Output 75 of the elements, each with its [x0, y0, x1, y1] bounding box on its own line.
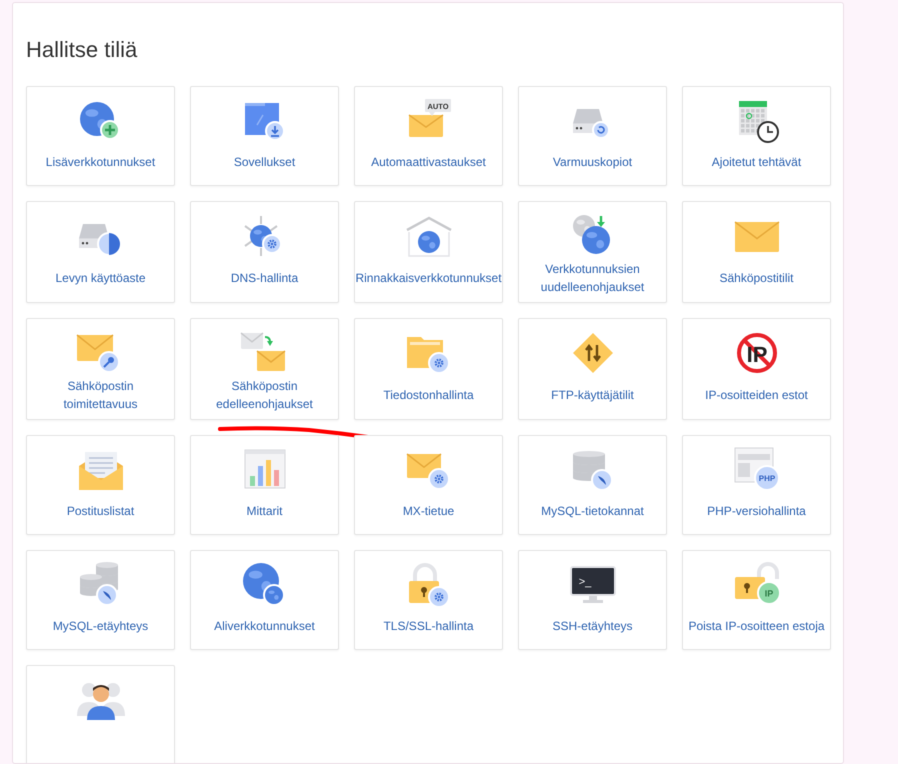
house-globe-icon [406, 216, 452, 257]
tile-label: TLS/SSL-hallinta [383, 618, 474, 635]
tile-label: Verkkotunnuksien uudelleenohjaukset [540, 261, 646, 296]
tile-label: MX-tietue [402, 503, 454, 520]
envelope-bubble-icon [408, 99, 450, 137]
page-title: Hallitse tiliä [26, 36, 138, 64]
people-icon [76, 683, 124, 720]
globe-plus-icon [80, 102, 120, 140]
tool-tile[interactable]: Tiedostonhallinta [354, 318, 503, 420]
folder-gear-icon [406, 337, 450, 374]
globe-arrow-icon [572, 215, 610, 254]
open-envelope-letter-icon [78, 452, 122, 490]
tool-tile[interactable]: IP Poista IP-osoitteen estoja [682, 550, 831, 650]
tile-label: Tiedostonhallinta [383, 387, 474, 404]
php-window-icon [734, 448, 780, 491]
tile-label: Lisäverkkotunnukset [46, 154, 156, 171]
tile-label: MySQL-etäyhteys [52, 618, 148, 635]
globe-rays-gear-icon [244, 215, 282, 257]
chart-window-icon [244, 450, 285, 488]
icon-text: >_ [578, 576, 591, 588]
tool-tile[interactable]: Sovellukset [190, 86, 339, 186]
tile-label: Poista IP-osoitteen estoja [688, 618, 825, 635]
arrows-diamond-icon [572, 333, 612, 373]
icon-text: PHP [758, 474, 775, 483]
tool-tile[interactable]: PHP PHP-versiohallinta [682, 435, 831, 535]
tile-label: MySQL-tietokannat [541, 503, 644, 520]
tile-label: Mittarit [246, 503, 282, 520]
tool-tile[interactable]: Sähköpostin toimitettavuus [26, 318, 175, 420]
tile-label: Sovellukset [234, 154, 296, 171]
tool-tile[interactable]: Varmuuskopiot [518, 86, 667, 186]
tool-tile[interactable]: Aliverkkotunnukset [190, 550, 339, 650]
server-restore-icon [572, 109, 610, 139]
tile-label: Sähköpostitilit [719, 270, 794, 287]
tool-tile[interactable]: >_ SSH-etäyhteys [518, 550, 667, 650]
tool-tile[interactable]: TLS/SSL-hallinta [354, 550, 503, 650]
tile-label: SSH-etäyhteys [552, 618, 633, 635]
tool-tile[interactable]: DNS-hallinta [190, 201, 339, 303]
tile-label: Sähköpostin toimitettavuus [62, 378, 139, 413]
open-padlock-badge-icon [734, 562, 780, 605]
tile-label: Aliverkkotunnukset [214, 618, 315, 635]
globe-pair-icon [242, 563, 284, 606]
envelopes-arrow-icon [240, 332, 285, 371]
tile-label: Ajoitetut tehtävät [712, 154, 802, 171]
calendar-clock-icon [738, 101, 778, 143]
tile-label: Varmuuskopiot [552, 154, 632, 171]
tool-tile[interactable]: Sähköpostitilit [682, 201, 831, 303]
tool-tile[interactable]: Verkkotunnuksien uudelleenohjaukset [518, 201, 667, 303]
tool-tile[interactable]: Ajoitetut tehtävät [682, 86, 831, 186]
envelope-gear-icon [406, 453, 450, 490]
tile-label: Postituslistat [66, 503, 134, 520]
tool-tile[interactable]: Levyn käyttöaste [26, 201, 175, 303]
tile-label: Rinnakkaisverkkotunnukset [355, 270, 502, 287]
tool-tile[interactable]: MySQL-etäyhteys [26, 550, 175, 650]
tile-label: PHP-versiohallinta [707, 503, 806, 520]
tile-label: FTP-käyttäjätilit [551, 387, 634, 404]
tool-tile[interactable]: MySQL-tietokannat [518, 435, 667, 535]
tool-tile[interactable]: Mittarit [190, 435, 339, 535]
disk-pie-icon [78, 224, 120, 256]
tile-label: DNS-hallinta [230, 270, 298, 287]
tile-label: Sähköpostin edelleenohjaukset [215, 378, 314, 413]
tool-tile[interactable]: Rinnakkaisverkkotunnukset [354, 201, 503, 303]
tool-tile[interactable]: MX-tietue [354, 435, 503, 535]
tile-label: Automaattivastaukset [371, 154, 486, 171]
tile-label: Levyn käyttöaste [55, 270, 146, 287]
envelope-key-icon [76, 334, 120, 373]
tool-tile[interactable]: FTP-käyttäjätilit [518, 318, 667, 420]
terminal-monitor-icon [570, 566, 616, 603]
tool-tile[interactable]: Lisäverkkotunnukset [26, 86, 175, 186]
tile-label: IP-osoitteiden estot [705, 387, 808, 404]
envelope-icon [734, 221, 779, 252]
icon-text: IP [764, 588, 773, 598]
tool-tile[interactable] [26, 665, 175, 763]
folder-download-icon [244, 103, 284, 141]
tool-tile[interactable]: Postituslistat [26, 435, 175, 535]
padlock-gear-icon [408, 563, 450, 608]
